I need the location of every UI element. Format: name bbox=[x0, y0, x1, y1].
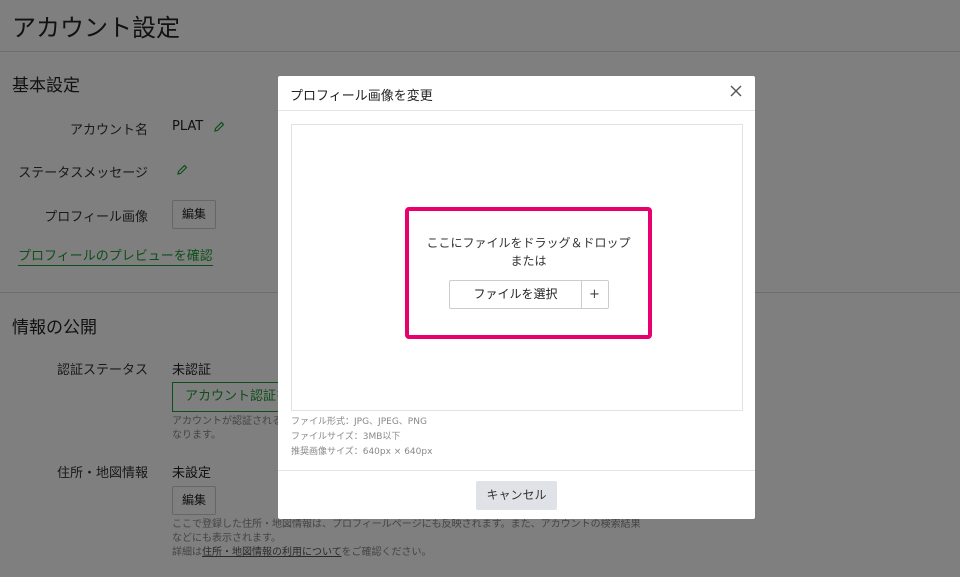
plus-icon[interactable]: + bbox=[581, 281, 608, 308]
modal-footer-divider bbox=[278, 470, 755, 471]
drop-text-line: ここにファイルをドラッグ＆ドロップ bbox=[426, 236, 631, 250]
close-icon[interactable] bbox=[729, 84, 743, 98]
file-select-button[interactable]: ファイルを選択 bbox=[450, 281, 582, 308]
file-requirements: ファイル形式：JPG、JPEG、PNG ファイルサイズ：3MB以下 推奨画像サイ… bbox=[291, 415, 432, 460]
file-format-text: ファイル形式：JPG、JPEG、PNG bbox=[291, 417, 427, 427]
file-size-text: ファイルサイズ：3MB以下 bbox=[291, 432, 401, 442]
dropzone-highlight-frame: ここにファイルをドラッグ＆ドロップ または ファイルを選択 + bbox=[405, 207, 652, 339]
modal-header: プロフィール画像を変更 bbox=[278, 76, 755, 111]
drop-text-line: または bbox=[510, 254, 547, 268]
profile-image-modal: プロフィール画像を変更 ここにファイルをドラッグ＆ドロップ または ファイルを選… bbox=[278, 76, 755, 519]
recommended-size-text: 推奨画像サイズ：640px × 640px bbox=[291, 447, 433, 457]
cancel-button[interactable]: キャンセル bbox=[476, 481, 557, 510]
file-dropzone[interactable]: ここにファイルをドラッグ＆ドロップ または ファイルを選択 + bbox=[291, 124, 743, 411]
drop-instructions: ここにファイルをドラッグ＆ドロップ または bbox=[409, 234, 648, 270]
modal-title: プロフィール画像を変更 bbox=[290, 89, 433, 104]
file-select-control[interactable]: ファイルを選択 + bbox=[449, 280, 609, 309]
